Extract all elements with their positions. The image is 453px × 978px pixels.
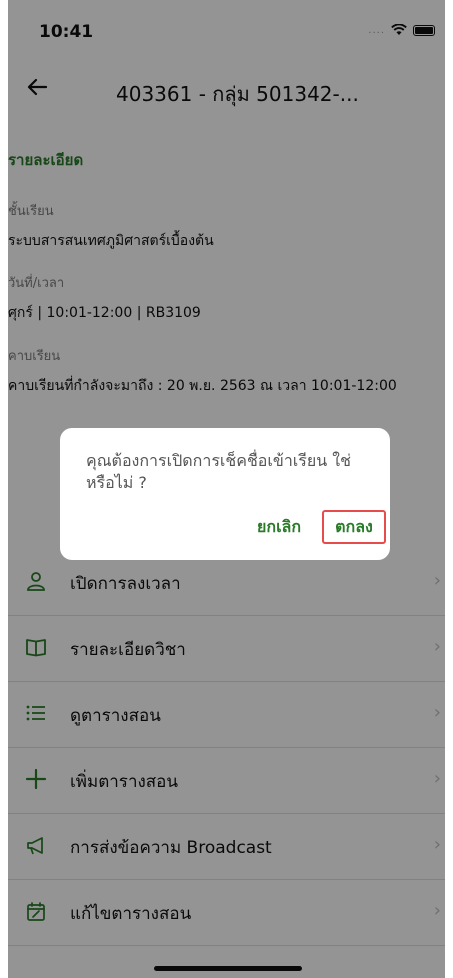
dialog-message: คุณต้องการเปิดการเช็คชื่อเข้าเรียน ใช่หร… (86, 451, 351, 492)
ok-button[interactable]: ตกลง (322, 510, 386, 544)
phone-screen: 10:41 .... 403361 - กลุ่ม 501342-... ราย… (8, 0, 445, 978)
confirm-dialog: คุณต้องการเปิดการเช็คชื่อเข้าเรียน ใช่หร… (60, 428, 390, 560)
cancel-button[interactable]: ยกเลิก (257, 515, 301, 540)
